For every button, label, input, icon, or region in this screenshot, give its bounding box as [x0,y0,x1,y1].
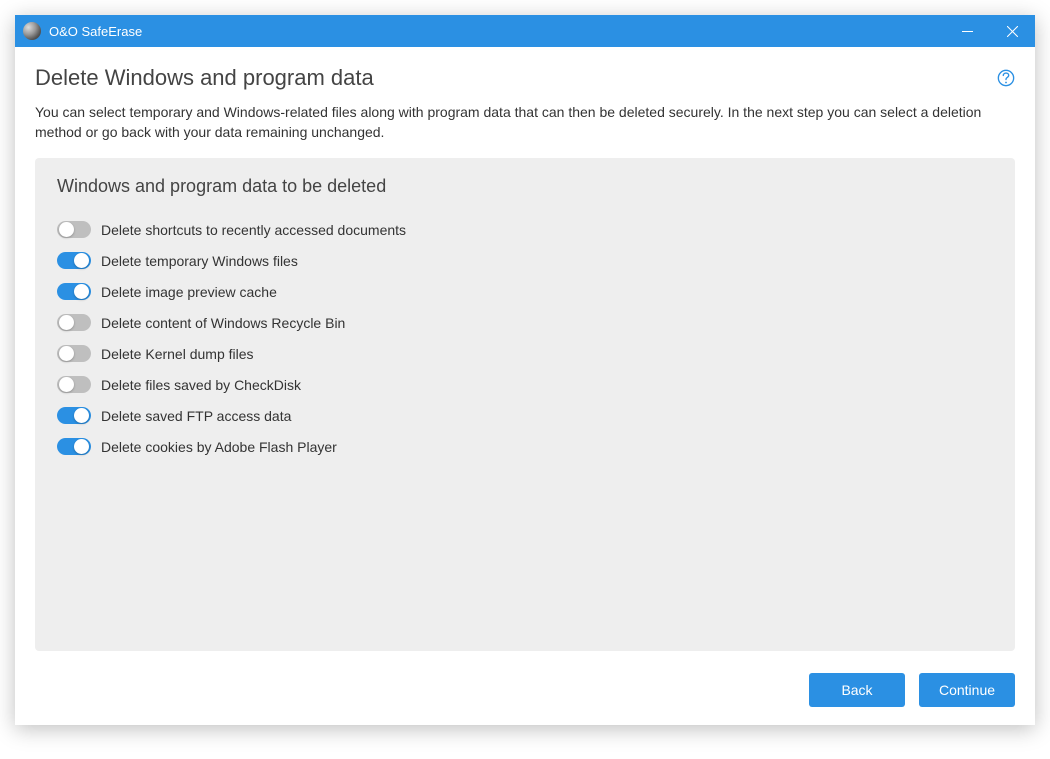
toggle-label: Delete shortcuts to recently accessed do… [101,222,406,238]
toggle-row: Delete cookies by Adobe Flash Player [57,438,993,455]
toggle-switch[interactable] [57,345,91,362]
toggle-row: Delete Kernel dump files [57,345,993,362]
page-description: You can select temporary and Windows-rel… [35,103,1015,142]
toggle-switch[interactable] [57,376,91,393]
toggle-label: Delete image preview cache [101,284,277,300]
back-button[interactable]: Back [809,673,905,707]
toggle-label: Delete files saved by CheckDisk [101,377,301,393]
minimize-icon [962,26,973,37]
panel-title: Windows and program data to be deleted [57,176,993,197]
toggle-switch[interactable] [57,283,91,300]
minimize-button[interactable] [945,15,990,47]
toggle-label: Delete content of Windows Recycle Bin [101,315,345,331]
options-panel: Windows and program data to be deleted D… [35,158,1015,651]
titlebar: O&O SafeErase [15,15,1035,47]
button-bar: Back Continue [35,651,1015,707]
toggle-switch[interactable] [57,407,91,424]
app-name: O&O SafeErase [49,24,142,39]
app-icon [23,22,41,40]
toggle-row: Delete content of Windows Recycle Bin [57,314,993,331]
toggle-row: Delete temporary Windows files [57,252,993,269]
toggle-switch[interactable] [57,252,91,269]
toggle-label: Delete Kernel dump files [101,346,254,362]
application-window: O&O SafeErase Delete Windows and program… [15,15,1035,725]
page-title: Delete Windows and program data [35,65,374,91]
toggle-switch[interactable] [57,221,91,238]
window-controls [945,15,1035,47]
toggle-list: Delete shortcuts to recently accessed do… [57,221,993,455]
toggle-label: Delete temporary Windows files [101,253,298,269]
toggle-row: Delete saved FTP access data [57,407,993,424]
toggle-row: Delete image preview cache [57,283,993,300]
toggle-switch[interactable] [57,438,91,455]
toggle-row: Delete shortcuts to recently accessed do… [57,221,993,238]
toggle-label: Delete saved FTP access data [101,408,291,424]
toggle-label: Delete cookies by Adobe Flash Player [101,439,337,455]
close-icon [1007,26,1018,37]
toggle-row: Delete files saved by CheckDisk [57,376,993,393]
content-area: Delete Windows and program data You can … [15,47,1035,725]
close-button[interactable] [990,15,1035,47]
toggle-switch[interactable] [57,314,91,331]
help-icon[interactable] [997,69,1015,87]
continue-button[interactable]: Continue [919,673,1015,707]
header-row: Delete Windows and program data [35,65,1015,91]
